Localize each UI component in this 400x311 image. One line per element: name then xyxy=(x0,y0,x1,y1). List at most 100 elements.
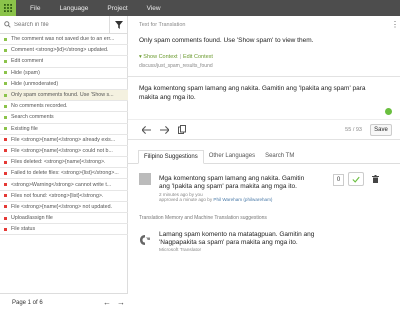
menu-view[interactable]: View xyxy=(147,5,161,12)
status-marker xyxy=(4,216,7,220)
status-marker xyxy=(4,115,7,119)
list-item[interactable]: File <strong>{name}</strong> already exi… xyxy=(0,135,128,146)
menu-project[interactable]: Project xyxy=(107,5,127,12)
suggestion-text: Mga komentong spam lamang ang nakita. Ga… xyxy=(159,175,305,191)
context-links: ▾ Show Context | Edit Context xyxy=(139,54,213,60)
edit-context-link[interactable]: Edit Context xyxy=(183,54,213,60)
list-item[interactable]: Search comments xyxy=(0,112,128,124)
list-item-label: Existing file xyxy=(11,125,38,132)
list-item-label: File <strong>{name}</strong> could not b… xyxy=(11,147,113,154)
tab-search-tm[interactable]: Search TM xyxy=(260,149,299,163)
suggestion-tabs: Filipino Suggestions Other Languages Sea… xyxy=(128,145,400,164)
page-indicator: Page 1 of 6 xyxy=(12,299,43,306)
list-item[interactable]: Existing file xyxy=(0,124,128,135)
mt-source: Microsoft Translator xyxy=(159,248,202,254)
checkmark-icon xyxy=(352,176,360,183)
translation-textarea[interactable]: Mga komentong spam lamang ang nakita. Ga… xyxy=(128,77,400,119)
list-item-label: File <strong>{name}</strong> already exi… xyxy=(11,136,116,143)
tab-suggestions[interactable]: Filipino Suggestions xyxy=(138,150,204,164)
accept-button[interactable] xyxy=(348,172,364,186)
list-item[interactable]: File <strong>{name}</strong> could not b… xyxy=(0,146,128,158)
copy-source-icon[interactable] xyxy=(176,124,188,136)
source-text: Only spam comments found. Use 'Show spam… xyxy=(139,37,314,44)
list-item-label: Comment <strong>{id}</strong> updated. xyxy=(11,47,109,54)
tm-section-header: Translation Memory and Machine Translati… xyxy=(139,215,267,221)
list-item-label: The comment was not saved due to an err.… xyxy=(11,36,115,43)
status-marker xyxy=(4,48,7,52)
strings-panel: The comment was not saved due to an err.… xyxy=(0,15,128,311)
mt-suggestion[interactable]: Lamang spam komento na matatagpuan. Gami… xyxy=(128,225,400,253)
menu-file[interactable]: File xyxy=(30,5,40,12)
previous-string-icon[interactable] xyxy=(140,124,152,136)
source-label: Text for Translation xyxy=(139,21,186,28)
list-item[interactable]: Hide (unmoderated) xyxy=(0,79,128,90)
save-button[interactable]: Save xyxy=(370,123,392,136)
next-string-icon[interactable] xyxy=(158,124,170,136)
character-count: 55 / 93 xyxy=(345,126,362,133)
status-marker xyxy=(4,104,7,108)
list-item-label: Only spam comments found. Use 'Show s... xyxy=(11,92,114,99)
status-marker xyxy=(4,171,7,175)
list-item-label: Edit comment xyxy=(11,58,44,65)
list-item[interactable]: Files deleted: <strong>{name}</strong>. xyxy=(0,157,128,169)
prev-page-icon[interactable]: ← xyxy=(100,298,114,307)
list-item[interactable]: Failed to delete files: <strong>{list}</… xyxy=(0,168,128,180)
translation-text: Mga komentong spam lamang ang nakita. Ga… xyxy=(139,85,366,101)
top-bar: File Language Project View xyxy=(0,0,400,16)
vote-count[interactable]: 0 xyxy=(333,174,344,186)
list-item[interactable]: Hide (spam) xyxy=(0,68,128,79)
list-item-label: Hide (unmoderated) xyxy=(11,80,59,87)
status-marker xyxy=(4,37,7,41)
filter-button[interactable] xyxy=(109,15,127,34)
more-options-icon[interactable]: ⋮ xyxy=(390,20,400,29)
list-item[interactable]: Only spam comments found. Use 'Show s... xyxy=(0,89,128,102)
trash-icon[interactable] xyxy=(370,174,380,184)
status-marker xyxy=(4,160,7,164)
search-icon xyxy=(0,16,14,34)
status-marker xyxy=(4,194,7,198)
string-list: The comment was not saved due to an err.… xyxy=(0,34,128,290)
tab-other-languages[interactable]: Other Languages xyxy=(204,149,260,163)
list-item-label: Files not found: <strong>{list}</strong>… xyxy=(11,192,104,199)
suggestion-approval: approved a minute ago by Phil Wareham (p… xyxy=(159,197,273,203)
list-item[interactable]: Upload/assign file xyxy=(0,213,128,225)
list-item-label: Failed to delete files: <strong>{list}</… xyxy=(11,170,119,177)
string-key: discuss/just_spam_results_found xyxy=(139,63,213,69)
list-item[interactable]: Files not found: <strong>{list}</strong>… xyxy=(0,191,128,202)
list-item[interactable]: File <strong>{name}</strong> not updated… xyxy=(0,202,128,213)
source-header: Text for Translation ⋮ xyxy=(128,16,400,33)
main-menu: File Language Project View xyxy=(30,5,180,12)
list-item[interactable]: No comments recorded. xyxy=(0,101,128,113)
status-marker xyxy=(4,205,7,209)
show-context-link[interactable]: ▾ Show Context xyxy=(139,54,178,60)
microsoft-logo-icon xyxy=(139,234,153,248)
list-item[interactable]: <strong>Warning</strong> cannot write t.… xyxy=(0,179,128,191)
list-item-label: File <strong>{name}</strong> not updated… xyxy=(11,203,113,210)
apps-grid-icon[interactable] xyxy=(0,0,16,16)
menu-language[interactable]: Language xyxy=(59,5,88,12)
avatar xyxy=(139,173,151,185)
status-marker xyxy=(4,82,7,86)
search-bar xyxy=(0,15,127,34)
status-marker xyxy=(4,127,7,131)
list-item-label: Hide (spam) xyxy=(11,69,40,76)
editor-panel: Text for Translation ⋮ Only spam comment… xyxy=(128,16,400,311)
next-page-icon[interactable]: → xyxy=(114,298,128,307)
list-item[interactable]: Comment <strong>{id}</strong> updated. xyxy=(0,45,128,57)
list-item-label: Search comments xyxy=(11,114,54,121)
list-item[interactable]: The comment was not saved due to an err.… xyxy=(0,34,128,46)
status-marker xyxy=(4,149,7,153)
list-item[interactable]: Edit comment xyxy=(0,56,128,68)
search-input[interactable] xyxy=(14,16,109,33)
status-marker xyxy=(4,183,7,187)
approver-link[interactable]: Phil Wareham (philwareham) xyxy=(213,197,272,202)
status-marker xyxy=(4,138,7,142)
editor-toolbar: 55 / 93 Save xyxy=(128,119,400,140)
status-marker xyxy=(4,93,7,97)
mt-text: Lamang spam komento na matatagpuan. Gami… xyxy=(159,231,315,247)
status-marker xyxy=(4,71,7,75)
spellcheck-ok-icon xyxy=(385,108,392,115)
list-item[interactable]: File status xyxy=(0,224,128,236)
suggestion-item: Mga komentong spam lamang ang nakita. Ga… xyxy=(128,164,400,212)
status-marker xyxy=(4,59,7,63)
